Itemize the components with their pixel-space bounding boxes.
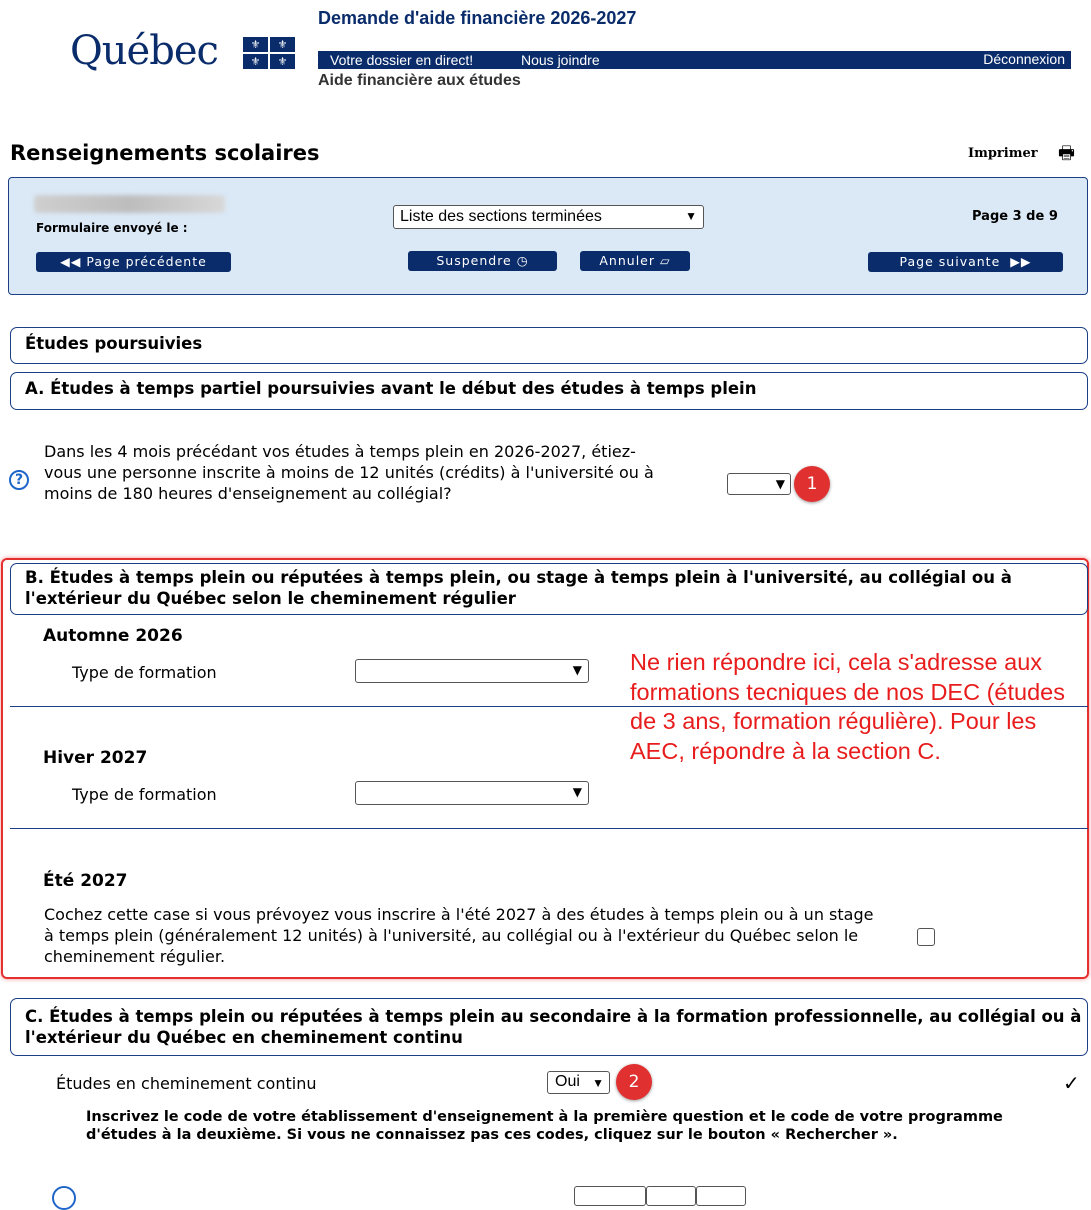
sections-select[interactable]: Liste des sections terminées ▼	[393, 205, 704, 229]
nav-dossier-link[interactable]: Votre dossier en direct!	[330, 52, 473, 68]
fleurdelise-flag-icon: ⚜ ⚜ ⚜ ⚜	[243, 37, 295, 69]
section-header-c: C. Études à temps plein ou réputées à te…	[10, 998, 1088, 1056]
chevron-down-icon: ▼	[572, 785, 582, 799]
question-a-text: Dans les 4 mois précédant vos études à t…	[44, 442, 654, 503]
clock-icon: ◷	[516, 253, 529, 268]
type-formation-label: Type de formation	[72, 785, 217, 804]
redacted-name	[34, 195, 225, 213]
summer-checkbox[interactable]	[917, 928, 935, 946]
double-right-arrow-icon: ▶▶	[1010, 254, 1032, 269]
section-header-b: B. Études à temps plein ou réputées à te…	[10, 563, 1088, 615]
annotation-badge-2: 2	[616, 1064, 652, 1100]
printer-icon[interactable]: 🖶	[1058, 141, 1075, 171]
chevron-down-icon: ▼	[572, 663, 582, 677]
site-subtitle: Aide financière aux études	[318, 72, 521, 89]
double-left-arrow-icon: ◀◀	[60, 254, 82, 269]
next-page-button[interactable]: Page suivante ▶▶	[868, 252, 1063, 272]
term-autumn-label: Automne 2026	[43, 626, 183, 646]
chevron-down-icon: ▼	[775, 477, 785, 491]
annotation-badge-1: 1	[794, 466, 830, 502]
code-input-part2[interactable]	[646, 1186, 696, 1206]
page-indicator: Page 3 de 9	[972, 209, 1058, 224]
help-icon[interactable]: ?	[9, 470, 29, 490]
quebec-logo: Québec	[70, 28, 219, 74]
chevron-down-icon: ▼	[685, 209, 697, 223]
previous-page-button[interactable]: ◀◀ Page précédente	[36, 252, 231, 272]
divider	[10, 828, 1088, 829]
question-a-select[interactable]: ▼	[727, 473, 791, 495]
summer-question-text: Cochez cette case si vous prévoyez vous …	[44, 905, 874, 966]
term-winter-label: Hiver 2027	[43, 748, 148, 768]
code-input-part3[interactable]	[696, 1186, 746, 1206]
top-navbar: Votre dossier en direct! Nous joindre Dé…	[318, 51, 1071, 69]
eraser-icon: ▱	[659, 253, 671, 268]
section-header-etudes: Études poursuivies	[10, 327, 1088, 364]
chevron-down-icon: ▼	[592, 1076, 604, 1090]
establishment-code-input[interactable]	[574, 1186, 646, 1206]
app-title: Demande d'aide financière 2026-2027	[318, 8, 637, 28]
suspend-button[interactable]: Suspendre ◷	[408, 251, 557, 271]
term-summer-label: Été 2027	[43, 871, 128, 891]
page-title: Renseignements scolaires	[10, 141, 320, 165]
code-instructions-text: Inscrivez le code de votre établissement…	[86, 1109, 1003, 1143]
continuous-studies-select[interactable]: Oui ▼	[547, 1071, 610, 1094]
winter-type-select[interactable]: ▼	[355, 781, 589, 805]
annotation-note: Ne rien répondre ici, cela s'adresse aux…	[630, 649, 1065, 764]
autumn-type-select[interactable]: ▼	[355, 659, 589, 683]
form-sent-label: Formulaire envoyé le :	[36, 221, 188, 235]
checkmark-icon: ✓	[1063, 1071, 1080, 1095]
nav-contact-link[interactable]: Nous joindre	[521, 52, 600, 68]
continuous-studies-label: Études en cheminement continu	[56, 1074, 317, 1093]
type-formation-label: Type de formation	[72, 663, 217, 682]
nav-logout-link[interactable]: Déconnexion	[983, 51, 1065, 67]
cancel-button[interactable]: Annuler ▱	[580, 251, 690, 271]
print-link[interactable]: Imprimer	[968, 146, 1038, 161]
section-header-a: A. Études à temps partiel poursuivies av…	[10, 372, 1088, 410]
